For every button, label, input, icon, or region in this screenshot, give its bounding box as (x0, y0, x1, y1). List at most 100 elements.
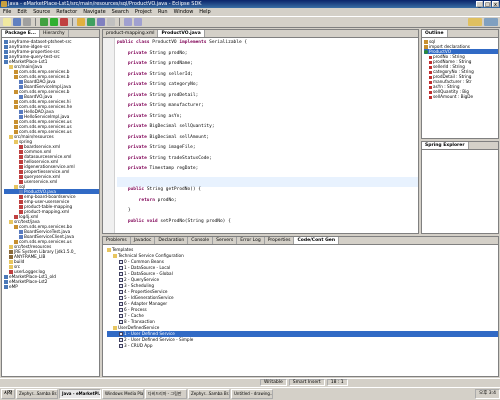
tab-spring-explorer[interactable]: Spring Explorer (422, 142, 469, 149)
tab-servers[interactable]: Servers (213, 237, 238, 244)
checkbox-icon[interactable] (119, 277, 123, 282)
template-label: Templates (112, 247, 134, 252)
taskbar-task[interactable]: Zephyr...Samba Br... (16, 389, 58, 399)
code-line: private String prodName; (117, 61, 418, 72)
checkbox-icon[interactable] (119, 283, 123, 288)
xml-icon (19, 154, 23, 159)
pkg-icon (14, 129, 18, 134)
save-icon[interactable] (13, 18, 21, 26)
search-icon[interactable] (107, 18, 115, 26)
taskbar-task[interactable]: Java - eMarketPl... (59, 389, 101, 399)
tab-code-cont-gen[interactable]: Code/Cont Gen (294, 237, 340, 244)
windows-taskbar: 시작 Zephyr...Samba Br... Java - eMarketPl.… (0, 387, 500, 400)
toolbar-separator (119, 18, 120, 26)
package-explorer-tabs: Package E... Hierarchy (2, 30, 99, 38)
checkbox-icon[interactable] (119, 307, 123, 312)
tab-product-mapping-xml[interactable]: product-mapping.xml (103, 30, 159, 37)
tab-error-log[interactable]: Error Log (237, 237, 265, 244)
checkbox-icon[interactable] (119, 271, 123, 276)
open-type-icon[interactable] (97, 18, 105, 26)
menu-source[interactable]: Source (33, 8, 50, 16)
toolbar-separator (72, 18, 73, 26)
taskbar-tasks: Zephyr...Samba Br... Java - eMarketPl... W… (16, 389, 273, 399)
checkbox-icon[interactable] (119, 265, 123, 270)
maximize-button[interactable]: □ (484, 1, 491, 8)
checkbox-icon[interactable] (119, 301, 123, 306)
forward-icon[interactable] (134, 18, 142, 26)
new-file-icon[interactable] (3, 18, 11, 26)
tab-javadoc[interactable]: Javadoc (131, 237, 156, 244)
code-line: private String tradeStatusCode; (117, 156, 418, 167)
code-area[interactable]: public class ProductVO implements Serial… (103, 38, 418, 229)
bottom-panel-tabs: Problems Javadoc Declaration Console Servers… (103, 237, 498, 245)
back-icon[interactable] (124, 18, 132, 26)
tab-productvo-java[interactable]: ProductVO.java (158, 30, 205, 37)
new-package-icon[interactable] (77, 18, 85, 26)
checkbox-icon[interactable] (119, 295, 123, 300)
taskbar-task[interactable]: Windows Media Player (102, 389, 144, 399)
checkbox-icon[interactable] (119, 319, 123, 324)
eclipse-app-icon (1, 1, 7, 7)
code-token: private (117, 50, 150, 56)
new-class-icon[interactable] (87, 18, 95, 26)
code-token: String categoryNo; (149, 82, 199, 87)
menu-window[interactable]: Window (174, 8, 194, 16)
template-label: 3 - CRUD App (124, 343, 153, 348)
menu-refactor[interactable]: Refactor (56, 8, 77, 16)
menu-search[interactable]: Search (112, 8, 129, 16)
taskbar-task[interactable]: Zephyr...Samba Br... (188, 389, 230, 399)
pkg-icon (14, 224, 18, 229)
folder-icon (9, 134, 13, 139)
template-item[interactable]: 3 - CRUD App (107, 343, 498, 349)
tab-package-explorer[interactable]: Package E... (2, 30, 40, 37)
checkbox-icon[interactable] (119, 343, 123, 348)
checkbox-icon[interactable] (119, 289, 123, 294)
menu-edit[interactable]: Edit (17, 8, 27, 16)
tab-problems[interactable]: Problems (103, 237, 131, 244)
print-icon[interactable] (23, 18, 31, 26)
xml-icon (19, 194, 23, 199)
taskbar-task[interactable]: Untitled - drawing.. (231, 389, 273, 399)
debug-perspective-icon[interactable] (484, 18, 498, 26)
tab-properties[interactable]: Properties (265, 237, 295, 244)
menu-help[interactable]: Help (199, 8, 210, 16)
xml-icon (14, 214, 18, 219)
code-line: private String prodDetail; (117, 93, 418, 104)
code-line: private String manufacturer; (117, 103, 418, 114)
menu-file[interactable]: File (3, 8, 11, 16)
tab-declaration[interactable]: Declaration (155, 237, 189, 244)
checkbox-icon[interactable] (119, 259, 123, 264)
external-tools-icon[interactable] (60, 18, 68, 26)
java-icon (19, 94, 23, 99)
taskbar-task[interactable]: 다비드리마 - 그림판 (145, 389, 187, 399)
checkbox-icon[interactable] (119, 337, 123, 342)
debug-icon[interactable] (40, 18, 48, 26)
checkbox-icon[interactable] (119, 313, 123, 318)
run-icon[interactable] (50, 18, 58, 26)
java-perspective-icon[interactable] (468, 18, 482, 26)
template-label: 1 - DataSource - Global (124, 271, 173, 276)
tree-item[interactable]: eMP (4, 284, 99, 289)
editor-tabs: product-mapping.xml ProductVO.java (103, 30, 418, 38)
close-button[interactable]: x (492, 1, 499, 8)
outline-item[interactable]: sellAmount : BigDe (424, 94, 498, 99)
tab-hierarchy[interactable]: Hierarchy (40, 30, 69, 37)
xml-icon (9, 269, 13, 274)
proj-icon (4, 274, 8, 279)
minimize-button[interactable]: _ (476, 1, 483, 8)
tab-console[interactable]: Console (188, 237, 214, 244)
menu-navigate[interactable]: Navigate (83, 8, 105, 16)
start-button[interactable]: 시작 (1, 389, 15, 399)
code-token: Timestamp regDate; (149, 166, 199, 171)
code-token: String asYn; (149, 113, 183, 119)
proj-icon (4, 279, 8, 284)
proj-icon (4, 59, 8, 64)
menu-run[interactable]: Run (158, 8, 168, 16)
tab-outline[interactable]: Outline (422, 30, 448, 37)
proj-icon (4, 54, 8, 59)
checkbox-icon[interactable] (119, 331, 123, 336)
menu-project[interactable]: Project (135, 8, 152, 16)
outline-item-label: sellAmount : BigDe (433, 94, 474, 99)
tree-item-label: eMP (9, 284, 18, 289)
code-token: String imageFile; (149, 145, 196, 150)
